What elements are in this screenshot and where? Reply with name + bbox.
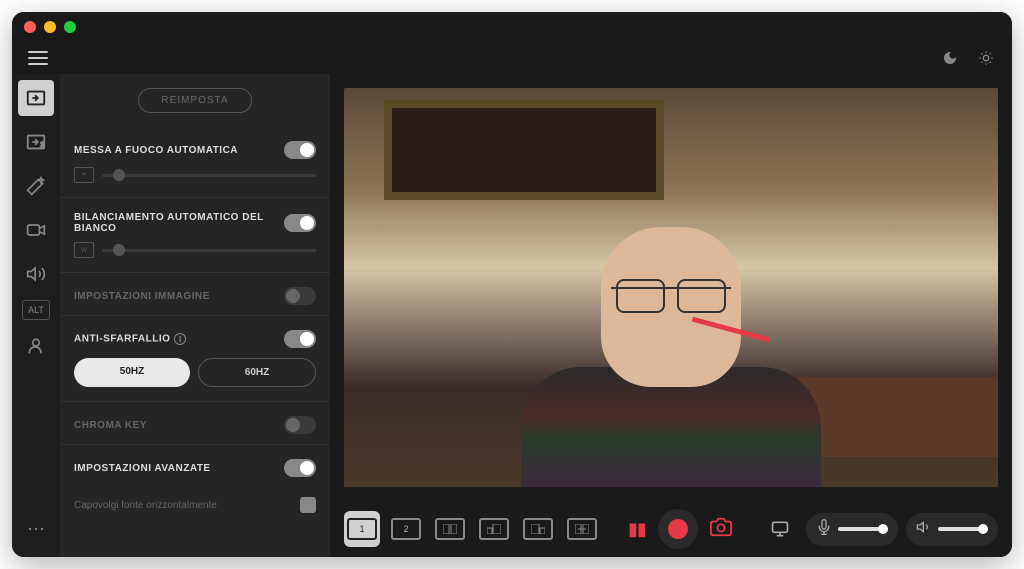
rail-input-1[interactable] (18, 80, 54, 116)
rail-audio[interactable] (18, 256, 54, 292)
autofocus-label: MESSA A FUOCO AUTOMATICA (74, 145, 238, 156)
minimize-window-button[interactable] (44, 21, 56, 33)
right-controls (762, 511, 998, 547)
wb-icon: W (74, 242, 94, 258)
video-preview (344, 88, 998, 487)
pause-button[interactable]: ▮▮ (628, 519, 646, 540)
autofocus-setting: MESSA A FUOCO AUTOMATICA ⌖ (60, 127, 330, 198)
mic-volume-group (806, 513, 898, 546)
left-rail: 2 ALT ⋯ (12, 74, 60, 557)
maximize-window-button[interactable] (64, 21, 76, 33)
rail-settings[interactable]: ⋯ (18, 511, 54, 547)
mic-slider[interactable] (838, 527, 888, 531)
white-balance-setting: BILANCIAMENTO AUTOMATICO DEL BIANCO W (60, 198, 330, 273)
flip-checkbox[interactable] (300, 497, 316, 513)
layout-pip-left-button[interactable] (476, 511, 512, 547)
image-settings-label: IMPOSTAZIONI IMMAGINE (74, 291, 210, 302)
menu-button[interactable] (28, 51, 48, 65)
rail-alt[interactable]: ALT (22, 300, 50, 320)
focus-icon: ⌖ (74, 167, 94, 183)
top-bar (12, 42, 1012, 74)
title-bar (12, 12, 1012, 42)
rail-camera[interactable] (18, 212, 54, 248)
svg-text:2: 2 (41, 142, 45, 149)
main-area: 2 ALT ⋯ REIMPOSTA MESSA A FUO (12, 74, 1012, 557)
flip-label: Capovolgi fonte orizzontalmente (74, 500, 217, 511)
traffic-lights (24, 21, 76, 33)
light-mode-icon[interactable] (976, 48, 996, 68)
autofocus-slider[interactable] (102, 174, 316, 177)
preview-area: 1 2 ▮▮ (330, 74, 1012, 557)
advanced-label: IMPOSTAZIONI AVANZATE (74, 463, 211, 474)
app-window: 2 ALT ⋯ REIMPOSTA MESSA A FUO (12, 12, 1012, 557)
white-balance-label: BILANCIAMENTO AUTOMATICO DEL BIANCO (74, 212, 284, 234)
chroma-key-setting: CHROMA KEY (60, 402, 330, 445)
close-window-button[interactable] (24, 21, 36, 33)
advanced-setting: IMPOSTAZIONI AVANZATE (60, 445, 330, 487)
white-balance-slider[interactable] (102, 249, 316, 252)
chroma-key-toggle[interactable] (284, 416, 316, 434)
record-group: ▮▮ (628, 509, 732, 549)
autofocus-toggle[interactable] (284, 141, 316, 159)
speaker-icon[interactable] (916, 519, 932, 540)
layout-swap-button[interactable] (564, 511, 600, 547)
anti-flicker-setting: ANTI-SFARFALLIOi 50HZ 60HZ (60, 316, 330, 402)
dark-mode-icon[interactable] (940, 48, 960, 68)
layout-split-v-button[interactable] (432, 511, 468, 547)
speaker-volume-group (906, 513, 998, 546)
top-right-icons (940, 48, 996, 68)
layout-2-button[interactable]: 2 (388, 511, 424, 547)
rail-input-2[interactable]: 2 (18, 124, 54, 160)
bottom-controls: 1 2 ▮▮ (330, 501, 1012, 557)
layout-1-button[interactable]: 1 (344, 511, 380, 547)
info-icon[interactable]: i (174, 333, 186, 345)
white-balance-toggle[interactable] (284, 214, 316, 232)
image-settings-toggle[interactable] (284, 287, 316, 305)
image-settings: IMPOSTAZIONI IMMAGINE (60, 273, 330, 316)
display-button[interactable] (762, 511, 798, 547)
mic-icon[interactable] (816, 519, 832, 540)
rail-magic-wand[interactable] (18, 168, 54, 204)
advanced-toggle[interactable] (284, 459, 316, 477)
settings-panel: REIMPOSTA MESSA A FUOCO AUTOMATICA ⌖ BIL… (60, 74, 330, 557)
background-painting (384, 100, 664, 200)
person-in-video (511, 227, 831, 487)
speaker-slider[interactable] (938, 527, 988, 531)
record-button[interactable] (658, 509, 698, 549)
rail-user[interactable] (18, 328, 54, 364)
chroma-key-label: CHROMA KEY (74, 420, 147, 431)
flip-horizontal-row: Capovolgi fonte orizzontalmente (60, 487, 330, 523)
anti-flicker-label: ANTI-SFARFALLIOi (74, 333, 186, 345)
anti-flicker-toggle[interactable] (284, 330, 316, 348)
hz-50-button[interactable]: 50HZ (74, 358, 190, 387)
layout-pip-right-button[interactable] (520, 511, 556, 547)
reset-button[interactable]: REIMPOSTA (138, 88, 251, 113)
hz-60-button[interactable]: 60HZ (198, 358, 316, 387)
snapshot-button[interactable] (710, 516, 732, 543)
